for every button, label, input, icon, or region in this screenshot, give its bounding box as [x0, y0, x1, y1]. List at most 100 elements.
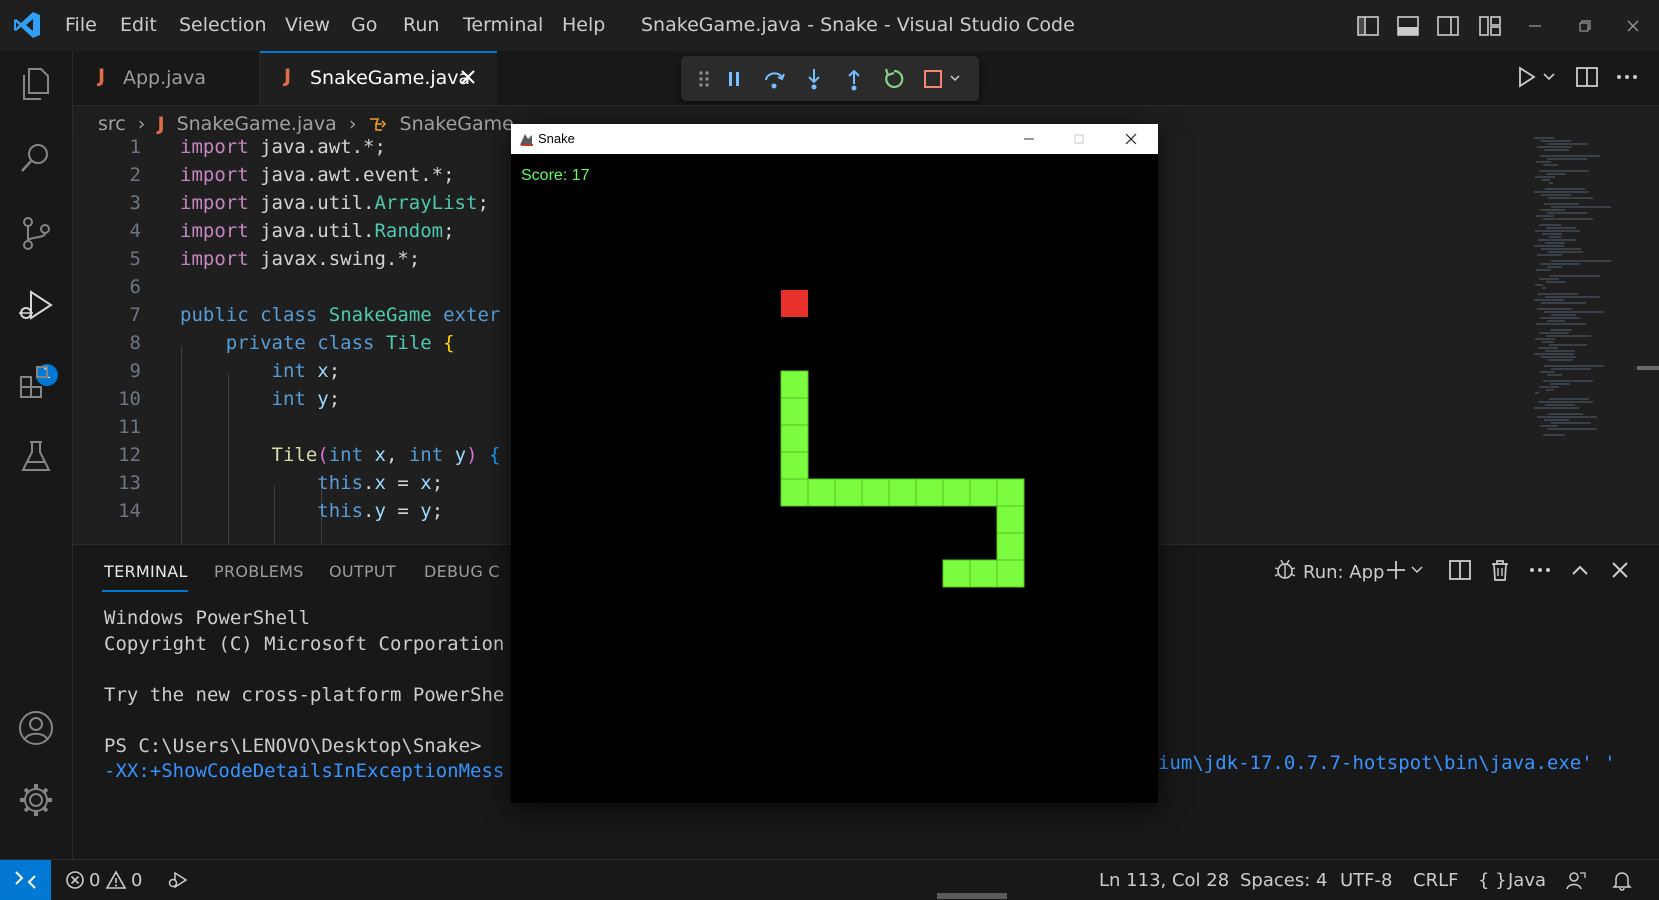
minimap[interactable] [1532, 136, 1632, 456]
status-bar: 0 0 Ln 113, Col 28 Spaces: 4 UTF-8 CRLF … [0, 859, 1659, 900]
game-board[interactable]: Score: 17 [511, 154, 1158, 803]
debug-status-icon[interactable] [167, 869, 189, 891]
split-terminal-icon[interactable] [1447, 557, 1473, 583]
line-number: 12 [118, 444, 141, 466]
run-java-icon[interactable] [1514, 64, 1558, 90]
snake-segment [915, 478, 944, 507]
snake-segment [969, 559, 998, 588]
title-bar: File Edit Selection View Go Run Terminal… [0, 0, 1659, 52]
language-mode[interactable]: Java [1508, 870, 1546, 891]
tab-problems[interactable]: PROBLEMS [214, 562, 304, 581]
language-braces-icon: { } [1478, 870, 1507, 891]
error-count[interactable]: 0 [89, 870, 100, 891]
code-line-9: int x; [271, 360, 341, 382]
tab-snakegame-java[interactable]: J SnakeGame.java [260, 51, 497, 105]
feedback-icon[interactable] [1565, 869, 1587, 891]
line-number: 7 [129, 304, 141, 326]
terminal-line: PS C:\Users\LENOVO\Desktop\Snake> [104, 734, 482, 757]
active-tab-indicator [102, 590, 188, 592]
search-icon[interactable] [17, 139, 55, 177]
terminal-selector[interactable]: Run: App [1303, 562, 1384, 583]
error-icon[interactable] [64, 869, 86, 891]
tab-debug-console[interactable]: DEBUG C [424, 562, 500, 581]
menu-run[interactable]: Run [403, 14, 439, 36]
kill-terminal-icon[interactable] [1487, 557, 1513, 583]
toggle-primary-sidebar-icon[interactable] [1355, 13, 1381, 39]
customize-layout-icon[interactable] [1477, 13, 1503, 39]
menu-view[interactable]: View [285, 14, 330, 36]
menu-terminal[interactable]: Terminal [463, 14, 543, 36]
toggle-panel-icon[interactable] [1395, 13, 1421, 39]
end-of-line[interactable]: CRLF [1413, 870, 1458, 891]
tab-terminal[interactable]: TERMINAL [104, 562, 188, 581]
maximize-panel-icon[interactable] [1567, 557, 1593, 583]
line-number: 2 [129, 164, 141, 186]
line-number: 3 [129, 192, 141, 214]
pause-icon[interactable] [721, 66, 747, 92]
tab-label: App.java [123, 67, 206, 89]
restore-icon[interactable] [1572, 13, 1598, 39]
panel-more-icon[interactable] [1527, 557, 1553, 583]
more-actions-icon[interactable] [1614, 64, 1640, 90]
menu-edit[interactable]: Edit [120, 14, 157, 36]
accounts-icon[interactable] [17, 709, 55, 747]
snake-close-icon[interactable] [1121, 129, 1141, 149]
line-number: 6 [129, 276, 141, 298]
manage-gear-icon[interactable] [17, 781, 55, 819]
indentation[interactable]: Spaces: 4 [1240, 870, 1327, 891]
code-line-14: this.y = y; [317, 500, 444, 522]
step-into-icon[interactable] [801, 66, 827, 92]
stop-icon[interactable] [921, 66, 967, 92]
restart-icon[interactable] [881, 66, 907, 92]
code-line-3: import java.util.ArrayList; [180, 192, 489, 214]
snake-segment [942, 559, 971, 588]
step-over-icon[interactable] [761, 66, 787, 92]
remote-indicator[interactable] [0, 860, 51, 900]
breadcrumb-folder[interactable]: src [98, 113, 126, 135]
run-and-debug-icon[interactable] [17, 288, 55, 326]
menu-selection[interactable]: Selection [179, 14, 267, 36]
line-number: 1 [129, 136, 141, 158]
menu-help[interactable]: Help [562, 14, 605, 36]
close-window-icon[interactable] [1620, 13, 1646, 39]
extensions-icon[interactable] [17, 363, 55, 401]
breadcrumb-file[interactable]: SnakeGame.java [177, 113, 337, 135]
tab-output[interactable]: OUTPUT [329, 562, 396, 581]
explorer-icon[interactable] [17, 65, 55, 103]
close-panel-icon[interactable] [1607, 557, 1633, 583]
snake-body [780, 370, 1025, 588]
editor-scrollbar-thumb[interactable] [1637, 366, 1659, 370]
snake-segment [969, 478, 998, 507]
toggle-secondary-sidebar-icon[interactable] [1435, 13, 1461, 39]
snake-segment [942, 478, 971, 507]
warning-icon[interactable] [105, 869, 127, 891]
source-control-icon[interactable] [17, 214, 55, 252]
snake-game-window[interactable]: Snake Score: 17 [511, 124, 1158, 803]
line-number: 14 [118, 500, 141, 522]
code-line-2: import java.awt.event.*; [180, 164, 455, 186]
snake-window-titlebar[interactable]: Snake [511, 124, 1158, 154]
split-editor-icon[interactable] [1574, 64, 1600, 90]
testing-icon[interactable] [17, 437, 55, 475]
snake-segment [780, 424, 809, 453]
cursor-position[interactable]: Ln 113, Col 28 [1099, 870, 1229, 891]
drag-handle-icon[interactable] [691, 66, 717, 92]
encoding[interactable]: UTF-8 [1340, 870, 1392, 891]
menu-file[interactable]: File [65, 14, 97, 36]
new-terminal-icon[interactable] [1385, 557, 1429, 583]
terminal-line: Windows PowerShell [104, 607, 310, 629]
step-out-icon[interactable] [841, 66, 867, 92]
snake-segment [807, 478, 836, 507]
horizontal-scrollbar-thumb[interactable] [937, 893, 1007, 899]
warning-count[interactable]: 0 [131, 870, 142, 891]
snake-maximize-icon [1069, 129, 1089, 149]
debug-run-icon [1272, 557, 1298, 583]
snake-minimize-icon[interactable] [1019, 129, 1039, 149]
breadcrumb-symbol[interactable]: SnakeGame [400, 113, 514, 135]
minimize-icon[interactable] [1522, 13, 1548, 39]
menu-go[interactable]: Go [351, 14, 377, 36]
tab-app-java[interactable]: J App.java [73, 51, 260, 105]
close-tab-icon[interactable] [457, 66, 479, 88]
code-line-8: private class Tile { [225, 332, 455, 354]
notifications-bell-icon[interactable] [1611, 869, 1633, 891]
